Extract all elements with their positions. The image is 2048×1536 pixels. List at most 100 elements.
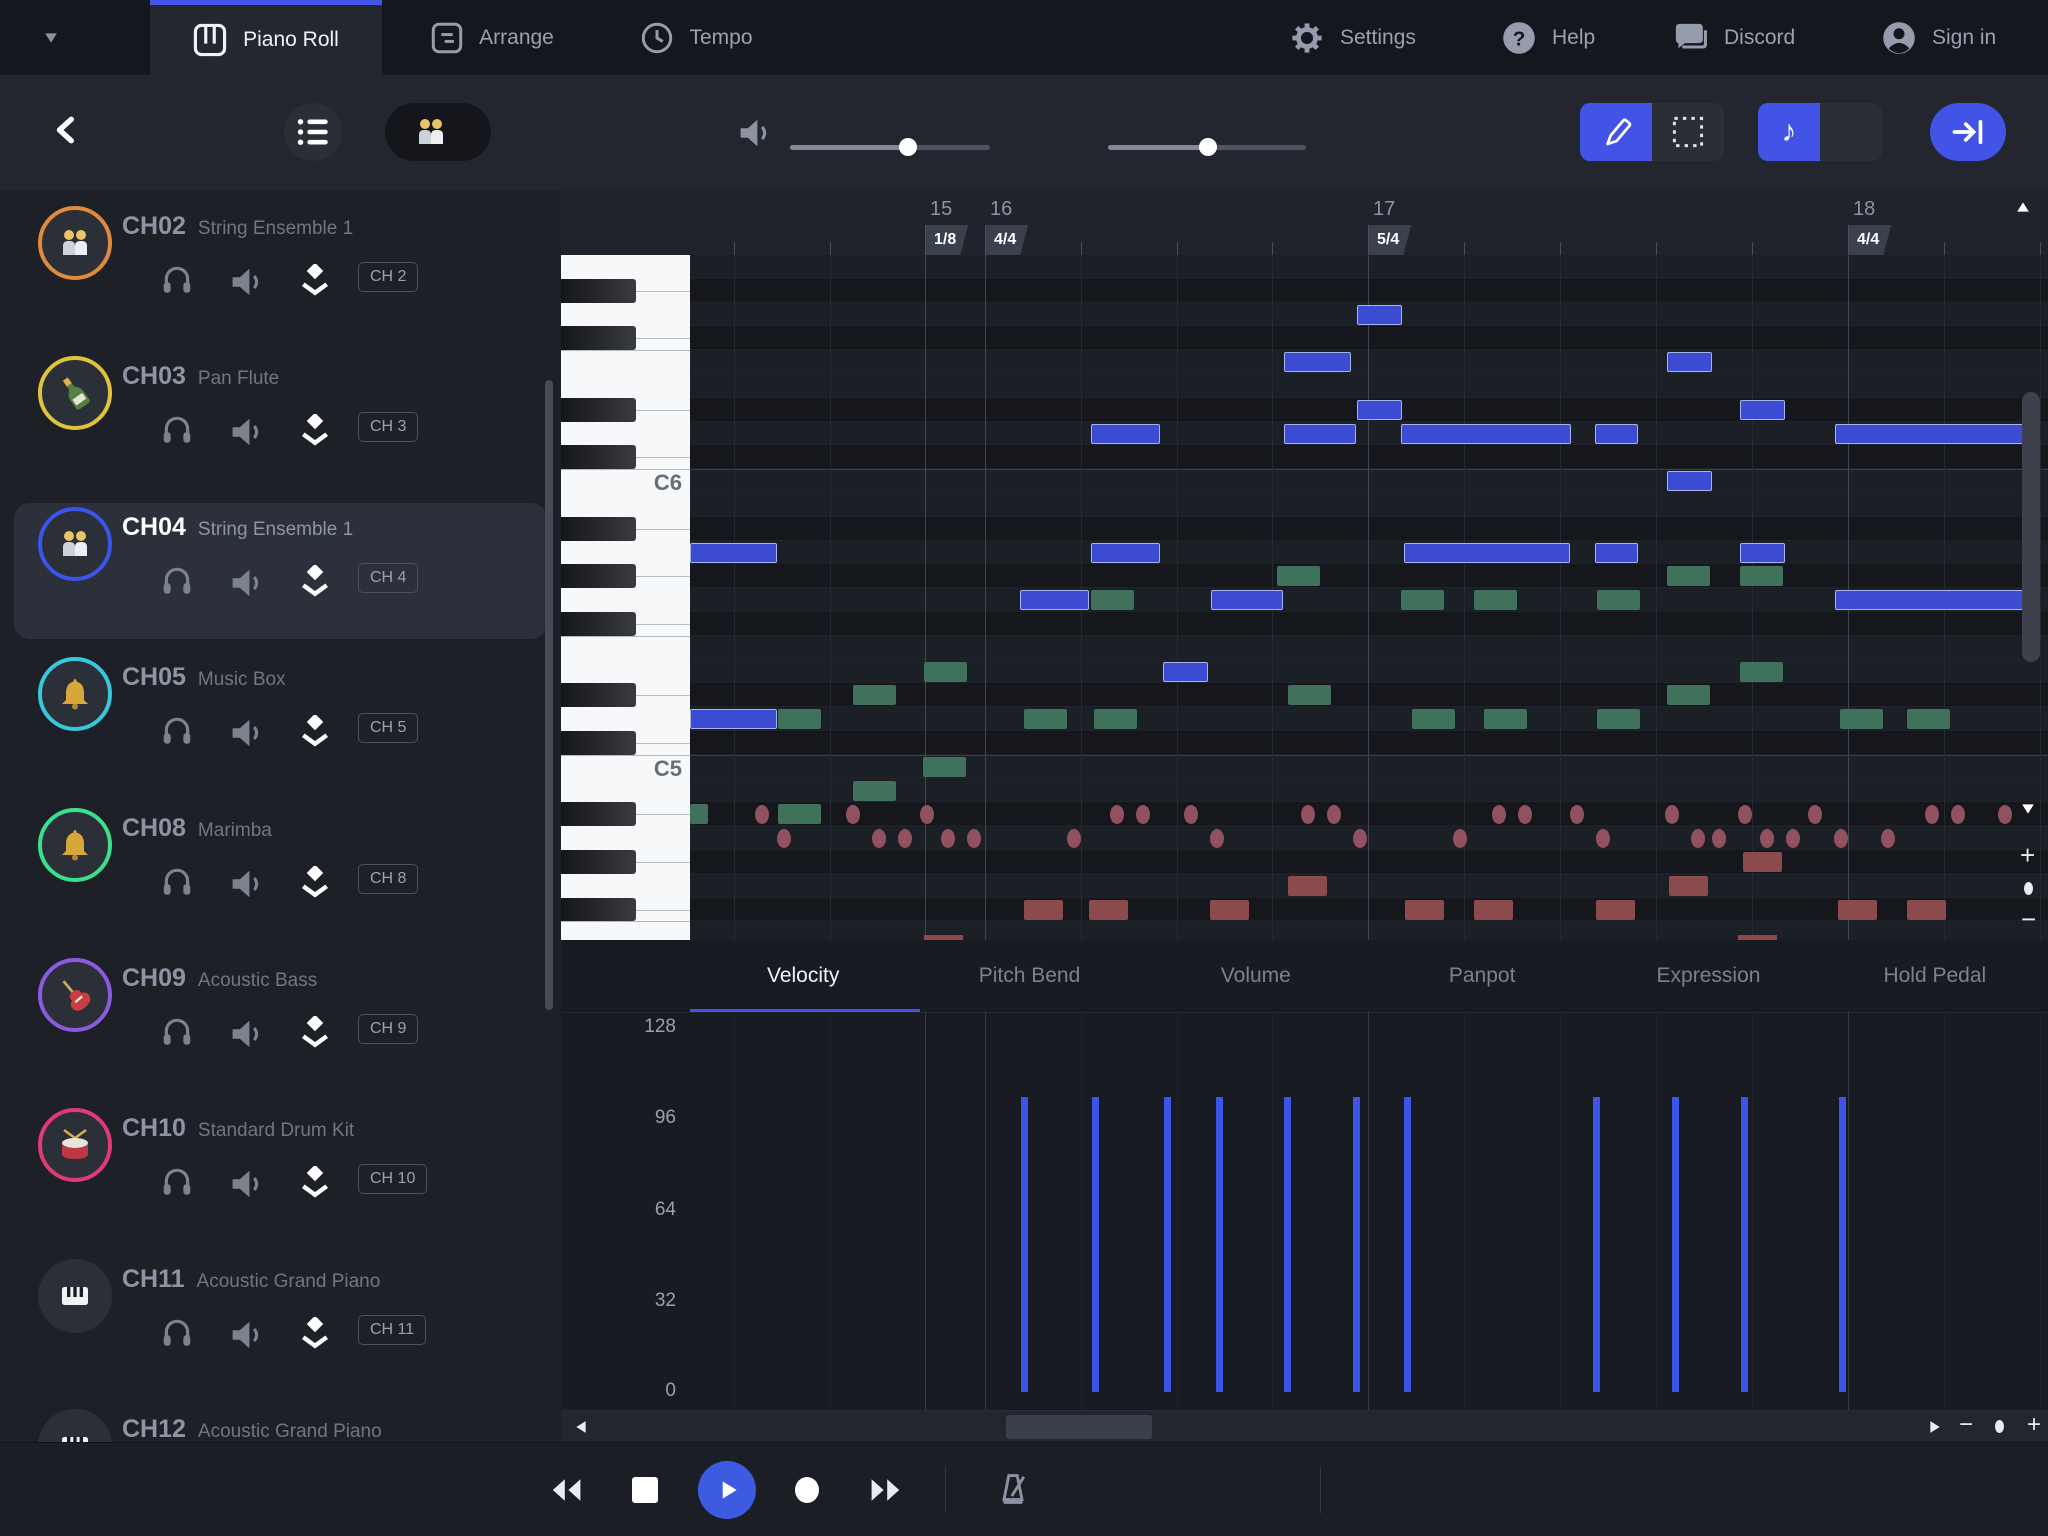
speaker-icon[interactable] — [230, 1166, 264, 1207]
ghost-note[interactable] — [1740, 566, 1783, 586]
midi-note[interactable] — [1284, 352, 1351, 372]
ghost-note[interactable] — [923, 757, 966, 777]
track-item-ch11[interactable]: CH11Acoustic Grand PianoCH 11 — [14, 1255, 547, 1391]
midi-note[interactable] — [1667, 471, 1712, 491]
midi-note[interactable] — [1595, 543, 1638, 563]
tab-arrange[interactable]: Arrange — [405, 0, 580, 75]
velocity-bar[interactable] — [1593, 1097, 1600, 1392]
black-key[interactable] — [561, 564, 636, 588]
track-item-ch09[interactable]: CH09Acoustic BassCH 9 — [14, 954, 547, 1090]
track-list-scrollbar[interactable] — [545, 380, 553, 1010]
ghost-note[interactable] — [1091, 590, 1134, 610]
drum-hit-dot[interactable] — [1951, 805, 1965, 824]
fast-forward-button[interactable] — [866, 1475, 906, 1505]
layers-icon[interactable] — [298, 414, 332, 451]
drum-note[interactable] — [1288, 876, 1327, 896]
ghost-note[interactable] — [1597, 709, 1640, 729]
headphones-icon[interactable] — [160, 866, 194, 903]
velocity-bar[interactable] — [1284, 1097, 1291, 1392]
time-signature-badge[interactable]: 1/8 — [926, 225, 968, 255]
drum-hit-dot[interactable] — [1301, 805, 1315, 824]
scroll-up-icon[interactable] — [2016, 200, 2030, 218]
play-button[interactable] — [698, 1461, 756, 1519]
jump-to-end-button[interactable] — [1930, 103, 2006, 161]
ghost-note[interactable] — [853, 781, 896, 801]
velocity-chart[interactable] — [690, 1012, 2048, 1410]
drum-hit-dot[interactable] — [941, 829, 955, 848]
drum-hit-dot[interactable] — [1808, 805, 1822, 824]
drum-hit-dot[interactable] — [1353, 829, 1367, 848]
velocity-bar[interactable] — [1741, 1097, 1748, 1392]
drum-hit-dot[interactable] — [1834, 829, 1848, 848]
ghost-note[interactable] — [1667, 685, 1710, 705]
file-menu[interactable] — [32, 0, 58, 75]
velocity-bar[interactable] — [1353, 1097, 1360, 1392]
metronome-icon[interactable] — [995, 1471, 1031, 1509]
ghost-note[interactable] — [1288, 685, 1331, 705]
drum-hit-dot[interactable] — [1760, 829, 1774, 848]
track-item-ch02[interactable]: CH02String Ensemble 1CH 2 — [14, 202, 547, 338]
black-key[interactable] — [561, 279, 636, 303]
horizontal-scrollbar-thumb[interactable] — [1006, 1415, 1152, 1439]
black-key[interactable] — [561, 802, 636, 826]
ghost-note[interactable] — [853, 685, 896, 705]
midi-note[interactable] — [1740, 543, 1785, 563]
drum-hit-dot[interactable] — [1136, 805, 1150, 824]
track-item-ch12[interactable]: CH12Acoustic Grand PianoCH 12 — [14, 1405, 547, 1442]
layers-icon[interactable] — [298, 565, 332, 602]
track-avatar[interactable] — [38, 958, 112, 1032]
track-avatar[interactable] — [38, 1108, 112, 1182]
drum-hit-dot[interactable] — [755, 805, 769, 824]
speaker-icon[interactable] — [230, 1016, 264, 1057]
marquee-tool-button[interactable] — [1652, 103, 1724, 161]
drum-hit-dot[interactable] — [1712, 829, 1726, 848]
velocity-bar[interactable] — [1672, 1097, 1679, 1392]
speaker-icon[interactable] — [230, 866, 264, 907]
controller-tab-volume[interactable]: Volume — [1143, 964, 1369, 988]
instrument-selector[interactable] — [385, 103, 491, 161]
track-avatar[interactable] — [38, 356, 112, 430]
track-item-ch04[interactable]: CH04String Ensemble 1CH 4 — [14, 503, 547, 639]
volume-slider-thumb[interactable] — [899, 138, 917, 156]
note-duration-button[interactable]: ♪ — [1758, 103, 1820, 161]
headphones-icon[interactable] — [160, 1317, 194, 1354]
speaker-icon[interactable] — [230, 1317, 264, 1358]
rewind-button[interactable] — [546, 1475, 586, 1505]
velocity-bar[interactable] — [1216, 1097, 1223, 1392]
headphones-icon[interactable] — [160, 565, 194, 602]
pencil-tool-button[interactable] — [1580, 103, 1652, 161]
drum-note[interactable] — [1669, 876, 1708, 896]
layers-icon[interactable] — [298, 1317, 332, 1354]
drum-hit-dot[interactable] — [1184, 805, 1198, 824]
ghost-note[interactable] — [1024, 709, 1067, 729]
drum-hit-dot[interactable] — [1998, 805, 2012, 824]
headphones-icon[interactable] — [160, 1016, 194, 1053]
drum-hit-dot[interactable] — [1210, 829, 1224, 848]
drum-hit-dot[interactable] — [1925, 805, 1939, 824]
black-key[interactable] — [561, 612, 636, 636]
midi-note[interactable] — [1401, 424, 1571, 444]
scroll-left-icon[interactable] — [575, 1420, 587, 1439]
drum-hit-dot[interactable] — [846, 805, 860, 824]
ghost-note[interactable] — [1740, 662, 1783, 682]
black-key[interactable] — [561, 398, 636, 422]
nav-help-button[interactable]: ?Help — [1502, 0, 1622, 75]
velocity-bar[interactable] — [1021, 1097, 1028, 1392]
midi-note[interactable] — [1091, 424, 1160, 444]
zoom-out-horizontal-button[interactable]: − — [1959, 1411, 1973, 1439]
track-avatar[interactable] — [38, 808, 112, 882]
ghost-note[interactable] — [1840, 709, 1883, 729]
drum-note[interactable] — [1474, 900, 1513, 920]
ghost-note[interactable] — [1667, 566, 1710, 586]
drum-hit-dot[interactable] — [1110, 805, 1124, 824]
controller-tab-expression[interactable]: Expression — [1595, 964, 1821, 988]
controller-tab-velocity[interactable]: Velocity — [690, 964, 916, 988]
track-list-toggle-button[interactable] — [284, 103, 342, 161]
nav-settings-button[interactable]: Settings — [1290, 0, 1455, 75]
layers-icon[interactable] — [298, 264, 332, 301]
midi-note[interactable] — [1404, 543, 1570, 563]
midi-note[interactable] — [1163, 662, 1208, 682]
midi-note[interactable] — [1284, 424, 1356, 444]
drum-note[interactable] — [1907, 900, 1946, 920]
drum-hit-dot[interactable] — [1518, 805, 1532, 824]
